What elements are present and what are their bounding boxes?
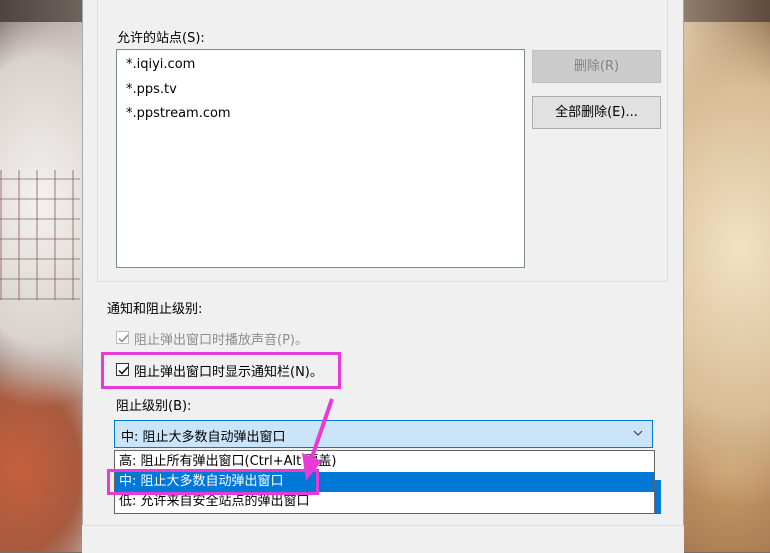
allowed-sites-list[interactable]: *.iqiyi.com *.pps.tv *.ppstream.com — [116, 49, 525, 268]
partially-hidden-button-edge — [655, 480, 661, 514]
notify-group-label: 通知和阻止级别: — [107, 298, 207, 317]
background-plaid-pattern — [0, 170, 80, 300]
delete-all-button[interactable]: 全部删除(E)... — [532, 96, 661, 129]
list-item[interactable]: *.ppstream.com — [126, 106, 231, 121]
checkmark-icon — [118, 334, 129, 343]
delete-button[interactable]: 删除(R) — [532, 50, 661, 83]
block-level-select[interactable]: 中: 阻止大多数自动弹出窗口 — [114, 420, 653, 448]
list-item[interactable]: *.pps.tv — [126, 82, 177, 97]
list-item[interactable]: *.iqiyi.com — [126, 57, 195, 72]
block-level-label: 阻止级别(B): — [116, 399, 192, 414]
show-notification-bar-label: 阻止弹出窗口时显示通知栏(N)。 — [134, 365, 323, 380]
block-level-selected-value: 中: 阻止大多数自动弹出窗口 — [121, 430, 286, 445]
block-level-option-low[interactable]: 低: 允许来自安全站点的弹出窗口 — [115, 492, 654, 512]
play-sound-label: 阻止弹出窗口时播放声音(P)。 — [134, 333, 308, 348]
play-sound-checkbox[interactable] — [116, 331, 129, 344]
checkmark-icon — [118, 366, 129, 375]
block-level-option-medium[interactable]: 中: 阻止大多数自动弹出窗口 — [115, 472, 654, 492]
chevron-down-icon[interactable] — [632, 427, 644, 443]
block-level-dropdown-list: 高: 阻止所有弹出窗口(Ctrl+Alt 覆盖) 中: 阻止大多数自动弹出窗口 … — [114, 450, 655, 514]
show-notification-bar-checkbox[interactable] — [116, 363, 129, 376]
dialog-footer — [82, 525, 684, 553]
block-level-option-high[interactable]: 高: 阻止所有弹出窗口(Ctrl+Alt 覆盖) — [115, 452, 654, 472]
allowed-sites-label: 允许的站点(S): — [117, 31, 205, 46]
